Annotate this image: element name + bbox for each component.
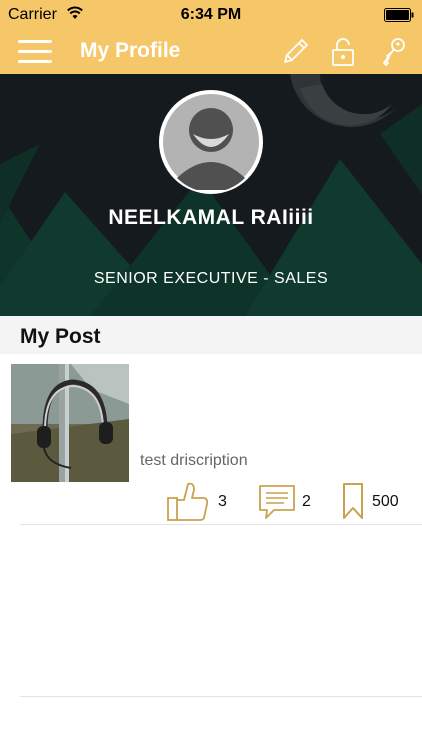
profile-role: SENIOR EXECUTIVE - SALES bbox=[93, 270, 329, 287]
like-count: 3 bbox=[218, 493, 227, 510]
status-bar: Carrier 6:34 PM bbox=[0, 0, 422, 30]
list-divider bbox=[20, 696, 422, 697]
comment-count: 2 bbox=[302, 493, 311, 510]
like-icon[interactable] bbox=[166, 480, 210, 522]
headphones-photo bbox=[11, 364, 129, 482]
key-icon[interactable] bbox=[377, 36, 409, 68]
clock: 6:34 PM bbox=[180, 6, 242, 23]
post-divider bbox=[20, 524, 422, 525]
page-title: My Profile bbox=[80, 39, 181, 62]
section-title: My Post bbox=[20, 325, 101, 348]
default-avatar-icon bbox=[163, 94, 259, 190]
comment-icon[interactable] bbox=[258, 480, 296, 522]
post-description: test driscription bbox=[140, 452, 248, 469]
pencil-icon[interactable] bbox=[279, 36, 311, 68]
profile-header: NEELKAMAL RAIiiii SENIOR EXECUTIVE - SAL… bbox=[0, 74, 422, 316]
unlock-icon[interactable] bbox=[327, 36, 359, 68]
menu-icon[interactable] bbox=[18, 40, 52, 64]
section-header: My Post bbox=[0, 316, 422, 354]
battery-icon bbox=[384, 8, 414, 22]
avatar[interactable] bbox=[159, 90, 263, 194]
profile-name: NEELKAMAL RAIiiii bbox=[108, 206, 314, 229]
nav-bar: My Profile bbox=[0, 30, 422, 74]
bookmark-count: 500 bbox=[372, 493, 399, 510]
post-thumbnail[interactable] bbox=[11, 364, 129, 482]
bookmark-icon[interactable] bbox=[340, 480, 366, 522]
